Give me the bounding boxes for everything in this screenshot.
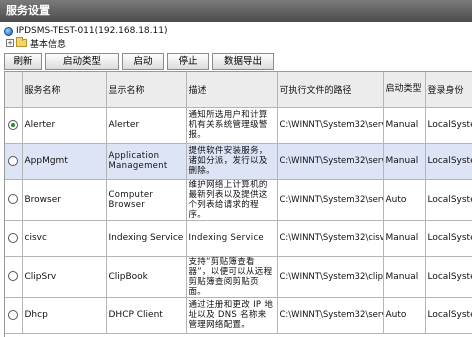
table-row[interactable]: Dhcp DHCP Client 通过注册和更改 IP 地址以及 DNS 名称来… — [5, 297, 472, 334]
header-description[interactable]: 描述 — [186, 72, 278, 108]
header-select — [5, 72, 23, 108]
cell-startup-type: Manual — [383, 220, 426, 257]
header-logon-as[interactable]: 登录身份 — [425, 72, 472, 108]
server-tree: IPDSMS-TEST-011(192.168.18.11) + 基本信息 — [4, 25, 464, 51]
cell-description: 提供软件安装服务，诸如分派，发行以及删除。 — [186, 143, 278, 180]
startup-type-button[interactable]: 启动类型 — [45, 53, 119, 70]
cell-description: 通知所选用户和计算机有关系统管理级警报。 — [186, 107, 278, 144]
table-row[interactable]: Browser Computer Browser 维护网络上计算机的最新列表以及… — [5, 179, 472, 221]
cell-path: C:\WINNT\System32\services.exe — [277, 297, 384, 334]
expand-icon[interactable]: + — [6, 39, 14, 47]
cell-display-name: Computer Browser — [106, 179, 187, 221]
header-executable-path[interactable]: 可执行文件的路径 — [277, 72, 384, 108]
toolbar: 刷新 启动类型 启动 停止 数据导出 — [4, 53, 277, 70]
row-radio[interactable] — [8, 194, 19, 205]
cell-startup-type: Manual — [383, 256, 426, 298]
cell-logon: LocalSystem — [425, 297, 472, 334]
header-startup-type[interactable]: 启动类型 — [383, 72, 426, 108]
row-radio[interactable] — [8, 119, 19, 130]
cell-service-name: Alerter — [22, 107, 107, 144]
window-title: 服务设置 — [0, 0, 472, 22]
cell-path: C:\WINNT\System32\cisvc.exe — [277, 220, 384, 257]
header-service-name[interactable]: 服务名称 — [22, 72, 107, 108]
row-radio[interactable] — [8, 232, 19, 243]
cell-logon: LocalSystem — [425, 256, 472, 298]
header-display-name[interactable]: 显示名称 — [106, 72, 187, 108]
host-label[interactable]: IPDSMS-TEST-011(192.168.18.11) — [16, 26, 167, 36]
cell-display-name: Alerter — [106, 107, 187, 144]
cell-description: Indexing Service — [186, 220, 278, 257]
cell-path: C:\WINNT\System32\clipsrv.exe — [277, 256, 384, 298]
cell-logon: LocalSystem — [425, 220, 472, 257]
cell-logon: LocalSystem — [425, 143, 472, 180]
cell-display-name: ClipBook — [106, 256, 187, 298]
row-radio[interactable] — [8, 155, 19, 166]
cell-description: 维护网络上计算机的最新列表以及提供这个列表给请求的程序。 — [186, 179, 278, 221]
row-radio[interactable] — [8, 309, 19, 320]
services-table: 服务名称 显示名称 描述 可执行文件的路径 启动类型 登录身份 Alerter … — [5, 72, 472, 334]
cell-startup-type: Manual — [383, 143, 426, 180]
cell-service-name: AppMgmt — [22, 143, 107, 180]
table-row[interactable]: Alerter Alerter 通知所选用户和计算机有关系统管理级警报。 C:\… — [5, 107, 472, 144]
cell-logon: LocalSystem — [425, 179, 472, 221]
cell-path: C:\WINNT\System32\services.exe — [277, 107, 384, 144]
cell-path: C:\WINNT\System32\services.exe — [277, 143, 384, 180]
basic-info-label[interactable]: 基本信息 — [30, 37, 66, 50]
cell-display-name: Application Management — [106, 143, 187, 180]
tree-host-node[interactable]: IPDSMS-TEST-011(192.168.18.11) — [4, 25, 464, 37]
cell-description: 通过注册和更改 IP 地址以及 DNS 名称来管理网络配置。 — [186, 297, 278, 334]
cell-path: C:\WINNT\System32\services.exe — [277, 179, 384, 221]
cell-service-name: ClipSrv — [22, 256, 107, 298]
row-radio[interactable] — [8, 271, 19, 282]
services-table-container: 服务名称 显示名称 描述 可执行文件的路径 启动类型 登录身份 Alerter … — [4, 71, 472, 337]
cell-description: 支持“剪贴簿查看器”，以便可以从远程剪贴簿查阅剪贴页面。 — [186, 256, 278, 298]
cell-startup-type: Manual — [383, 107, 426, 144]
cell-startup-type: Auto — [383, 297, 426, 334]
folder-icon — [16, 37, 27, 47]
cell-display-name: Indexing Service — [106, 220, 187, 257]
cell-service-name: Dhcp — [22, 297, 107, 334]
table-row[interactable]: cisvc Indexing Service Indexing Service … — [5, 220, 472, 257]
stop-button[interactable]: 停止 — [167, 53, 209, 70]
refresh-button[interactable]: 刷新 — [4, 53, 42, 70]
table-row[interactable]: ClipSrv ClipBook 支持“剪贴簿查看器”，以便可以从远程剪贴簿查阅… — [5, 256, 472, 298]
cell-logon: LocalSystem — [425, 107, 472, 144]
start-button[interactable]: 启动 — [122, 53, 164, 70]
tree-basic-info-node[interactable]: + 基本信息 — [4, 37, 464, 50]
export-button[interactable]: 数据导出 — [212, 53, 274, 70]
globe-icon — [4, 26, 13, 36]
table-row[interactable]: AppMgmt Application Management 提供软件安装服务，… — [5, 143, 472, 180]
cell-service-name: cisvc — [22, 220, 107, 257]
cell-service-name: Browser — [22, 179, 107, 221]
table-header-row: 服务名称 显示名称 描述 可执行文件的路径 启动类型 登录身份 — [5, 72, 472, 108]
cell-display-name: DHCP Client — [106, 297, 187, 334]
cell-startup-type: Auto — [383, 179, 426, 221]
